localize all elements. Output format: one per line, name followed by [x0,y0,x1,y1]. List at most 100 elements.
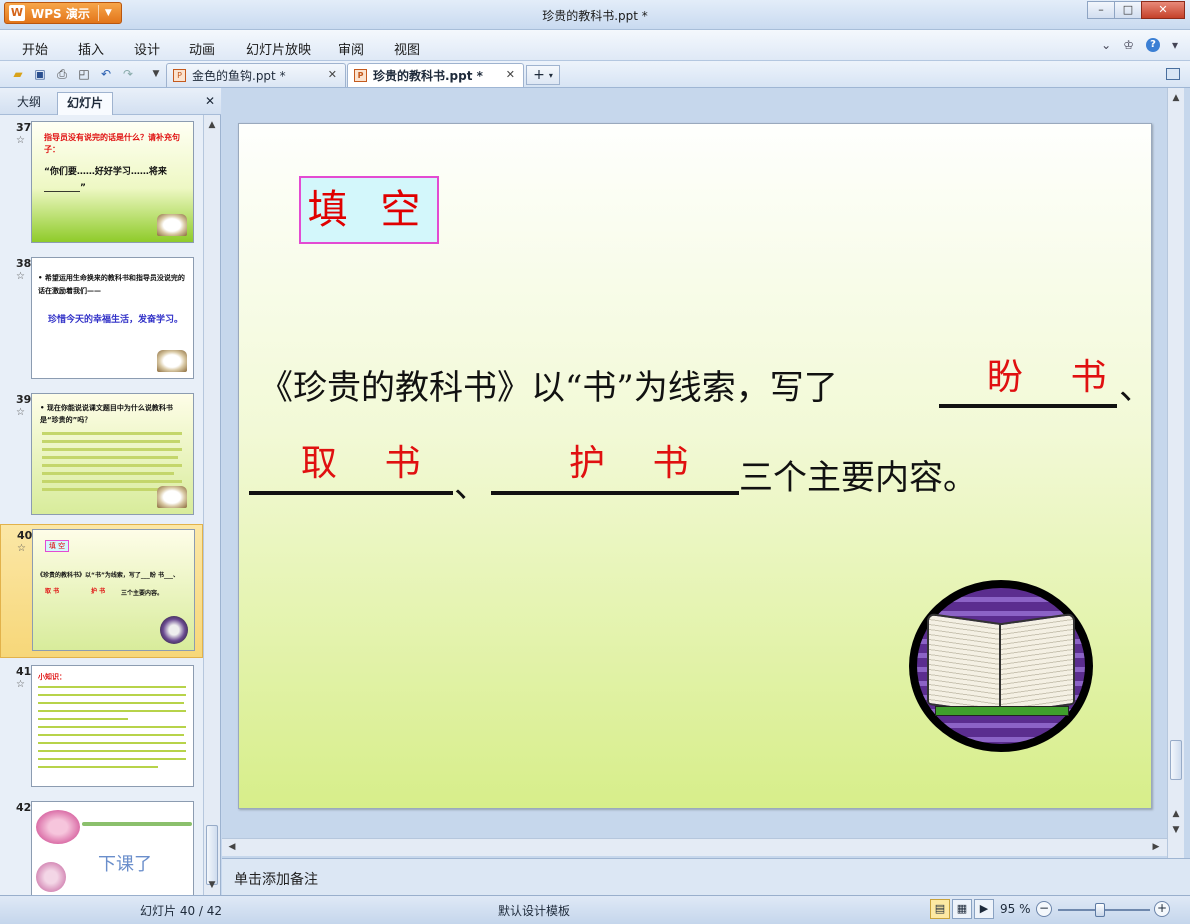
print-preview-icon[interactable]: ◰ [76,66,92,82]
help-dropdown-icon[interactable]: ▾ [1172,38,1178,52]
scroll-up-icon[interactable]: ▲ [204,117,220,133]
scroll-right-icon[interactable]: ▶ [1148,839,1164,855]
slide-sorter-icon[interactable]: ▦ [952,899,972,919]
slide-preview: • 希望运用生命换来的教科书和指导员没说完的话在激励着我们—— 珍惜今天的幸福生… [31,257,194,379]
lotus-flower-icon [36,810,80,844]
menu-design[interactable]: 设计 [134,39,160,58]
editor-vertical-scrollbar[interactable]: ▲ ▲ ▼ [1167,88,1184,858]
tab-golden-hook[interactable]: P 金色的鱼钩.ppt * ✕ [166,63,346,87]
scroll-up-icon[interactable]: ▲ [1168,90,1184,106]
open-icon[interactable]: ▰ [10,66,26,82]
slide-preview: 填 空 《珍贵的教科书》以“书”为线索，写了___盼 书___、 取 书 护 书… [32,529,195,651]
zoom-out-icon[interactable]: − [1036,901,1052,917]
ppt-file-icon: P [354,69,367,82]
normal-view-icon[interactable]: ▤ [930,899,950,919]
fill-blank-sentence[interactable]: 《珍贵的教科书》以“书”为线索，写了 [259,360,838,409]
text-line [38,742,186,744]
menu-home[interactable]: 开始 [22,39,48,58]
animation-star-icon: ☆ [16,407,25,418]
tab-slides[interactable]: 幻灯片 [57,92,114,115]
thumb-title: 填 空 [45,540,69,552]
thumb-text: “你们要……好好学习……将来________” [44,167,167,193]
thumb-text: 指导员没有说完的话是什么？请补充句子： [44,133,180,154]
collapse-ribbon-icon[interactable]: ⌄ [1101,38,1111,52]
undo-icon[interactable]: ↶ [98,66,114,82]
help-icon[interactable]: ? [1145,38,1160,52]
minimize-button[interactable]: – [1087,1,1115,19]
text-line [38,750,186,752]
slide-number: 41 [16,665,32,678]
close-panel-icon[interactable]: ✕ [205,94,215,108]
view-switcher: ▤ ▦ ▶ [930,899,994,919]
slide-thumbnail[interactable]: 39 ☆ • 现在你能说说课文题目中为什么说教科书是“珍贵的”吗？ [0,389,203,523]
slide-number: 42 [16,801,32,814]
window-tile-icon[interactable] [1166,68,1180,80]
thumb-text: 护 书 [91,588,106,595]
tab-label: 金色的鱼钩.ppt * [192,69,286,83]
thumbnail-scrollbar[interactable]: ▲ ▼ [203,115,220,895]
print-icon[interactable]: ⎙ [54,66,70,82]
zoom-in-icon[interactable]: + [1154,901,1170,917]
answer-2[interactable]: 取 书 [301,434,438,486]
thumb-text: • 希望运用生命换来的教科书和指导员没说完的话在激励着我们—— [38,274,185,295]
blank-line-1 [939,404,1117,408]
slide-preview: 指导员没有说完的话是什么？请补充句子： “你们要……好好学习……将来______… [31,121,194,243]
title-bar: W WPS 演示 ▼ 珍贵的教科书.ppt * – □ ✕ [0,0,1190,30]
current-slide[interactable]: 填 空 《珍贵的教科书》以“书”为线索，写了 、 盼 书 取 书 、 护 书 三… [238,123,1153,809]
book-page-left [927,612,1003,716]
menu-review[interactable]: 审阅 [338,39,364,58]
slide-thumbnail[interactable]: 41 ☆ 小知识： [0,661,203,795]
slide-thumbnail[interactable]: 37 ☆ 指导员没有说完的话是什么？请补充句子： “你们要……好好学习……将来_… [0,117,203,251]
thumb-text: 下课了 [98,854,152,875]
scroll-down-icon[interactable]: ▼ [204,877,220,893]
sentence-end[interactable]: 三个主要内容。 [739,450,977,499]
slide-preview: 下课了 [31,801,194,895]
slide-thumbnail[interactable]: 38 ☆ • 希望运用生命换来的教科书和指导员没说完的话在激励着我们—— 珍惜今… [0,253,203,387]
slide-title[interactable]: 填 空 [299,176,439,244]
book-icon [157,486,187,508]
slideshow-play-icon[interactable]: ▶ [974,899,994,919]
answer-1[interactable]: 盼 书 [987,348,1124,400]
skin-icon[interactable]: ♔ [1123,38,1134,52]
thumb-text: 《珍贵的教科书》以“书”为线索，写了___盼 书___、 [37,572,179,579]
chevron-down-icon: ▾ [548,70,553,80]
book-page-right [999,612,1075,716]
page-down-icon[interactable]: ▼ [1168,822,1184,838]
slide-thumbnail[interactable]: 42 下课了 [0,797,203,895]
menu-slideshow[interactable]: 幻灯片放映 [246,39,311,58]
menu-view[interactable]: 视图 [394,39,420,58]
scroll-thumb[interactable] [206,825,218,885]
open-book-clipart-icon[interactable] [909,580,1093,752]
menu-insert[interactable]: 插入 [78,39,104,58]
tab-close-icon[interactable]: ✕ [328,68,337,81]
close-button[interactable]: ✕ [1141,1,1185,19]
menu-bar: 开始 插入 设计 动画 幻灯片放映 审阅 视图 ⌄ ♔ ? ▾ [0,30,1190,61]
thumb-text: 小知识： [38,673,66,681]
restore-button[interactable]: □ [1114,1,1142,19]
answer-3[interactable]: 护 书 [569,434,706,486]
design-template-name[interactable]: 默认设计模板 [498,902,570,919]
redo-icon[interactable]: ↷ [120,66,136,82]
new-tab-button[interactable]: + ▾ [526,65,560,85]
customize-toolbar-icon[interactable]: ▼ [148,66,164,82]
book-icon [157,214,187,236]
text-line [38,710,186,712]
editor-horizontal-scrollbar[interactable]: ◀ ▶ [222,838,1167,856]
notes-pane[interactable]: 单击添加备注 [222,858,1190,895]
scroll-left-icon[interactable]: ◀ [224,839,240,855]
plus-icon: + [533,67,545,83]
save-icon[interactable]: ▣ [32,66,48,82]
menu-animation[interactable]: 动画 [189,39,215,58]
notes-placeholder[interactable]: 单击添加备注 [234,869,318,889]
scroll-thumb[interactable] [1170,740,1182,780]
tab-precious-textbook[interactable]: P 珍贵的教科书.ppt * ✕ [347,63,524,87]
tab-close-icon[interactable]: ✕ [506,68,515,81]
page-up-icon[interactable]: ▲ [1168,806,1184,822]
book-cover [935,706,1069,716]
slide-thumbnail-list: 37 ☆ 指导员没有说完的话是什么？请补充句子： “你们要……好好学习……将来_… [0,115,203,895]
text-line [42,432,182,435]
tab-outline[interactable]: 大纲 [8,92,50,115]
slide-thumbnail-selected[interactable]: 40 ☆ 填 空 《珍贵的教科书》以“书”为线索，写了___盼 书___、 取 … [0,524,203,658]
text-line [42,440,180,443]
zoom-slider-knob[interactable] [1095,903,1105,917]
